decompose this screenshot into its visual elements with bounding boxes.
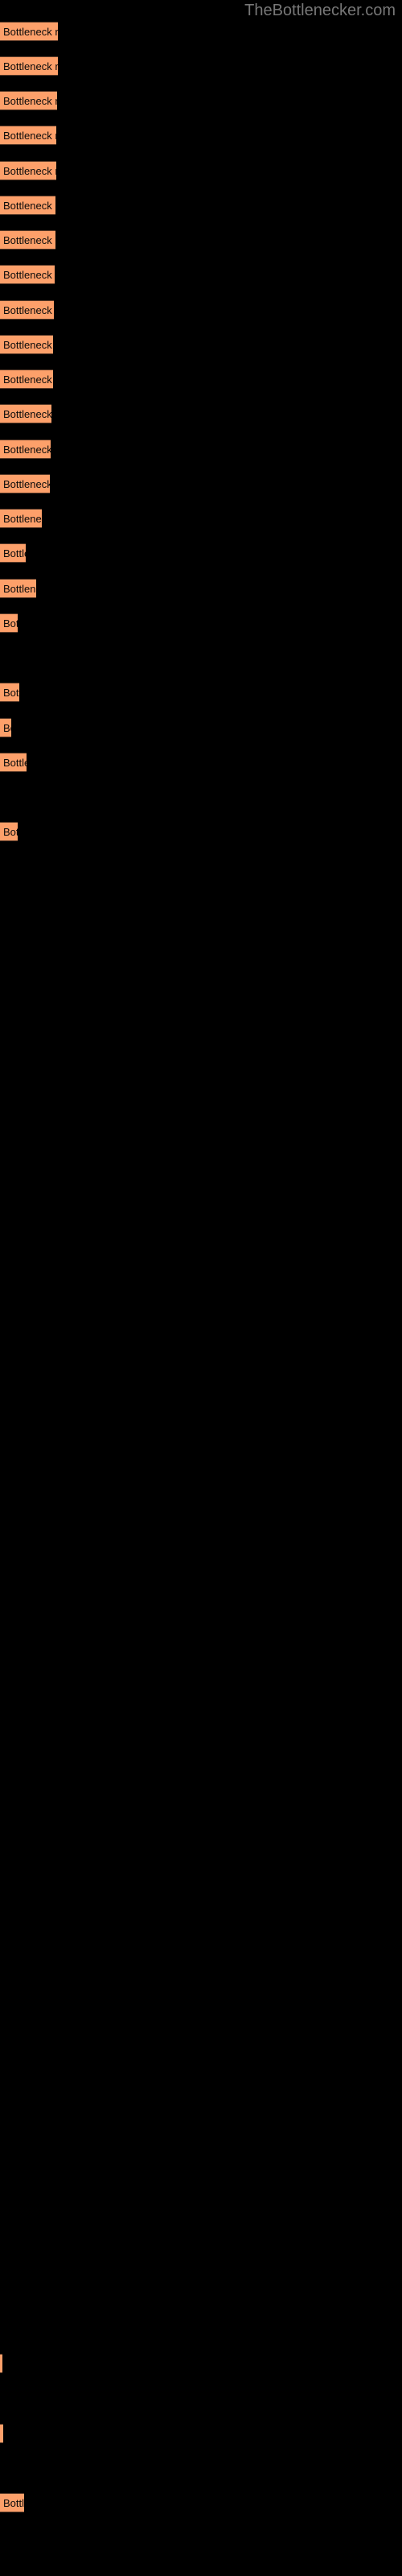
bottleneck-result-bar[interactable]: Bottleneck result — [0, 161, 56, 180]
bar-label: Bottleneck result — [3, 304, 54, 316]
bar-label: Bottleneck result — [3, 2497, 24, 2509]
bottleneck-result-bar[interactable]: Bottleneck result — [0, 369, 53, 389]
bar-label: Bottleneck result — [3, 130, 56, 142]
bar-label: Bottleneck result — [3, 757, 27, 769]
bar-label: Bottleneck result — [3, 617, 18, 630]
bar-label: Bottleneck result — [3, 26, 58, 38]
bar-label: Bottleneck result — [3, 234, 55, 246]
bar-label: Bottleneck result — [3, 444, 51, 456]
bar-label: Bottleneck result — [3, 478, 50, 490]
bar-label: Bottleneck result — [3, 687, 19, 699]
bottleneck-result-bar[interactable]: Bottleneck result — [0, 543, 26, 563]
bottleneck-result-bar[interactable]: Bottleneck result — [0, 2493, 24, 2512]
bottleneck-result-bar[interactable]: Bottleneck result — [0, 91, 57, 110]
bottleneck-result-bar[interactable]: Bottleneck result — [0, 300, 54, 320]
bar-label: Bottleneck result — [3, 339, 53, 351]
plot-area: Bottleneck result Bottleneck result Bottle… — [0, 0, 402, 2576]
bar-label: Bottleneck result — [3, 200, 55, 212]
bar-label: Bottleneck result — [3, 513, 42, 525]
bottleneck-result-bar[interactable]: Bottleneck result — [0, 2424, 3, 2443]
bottleneck-result-bar[interactable]: Bottleneck result — [0, 230, 55, 250]
bottleneck-result-bar[interactable]: Bottleneck result — [0, 440, 51, 459]
bottleneck-result-bar[interactable]: Bottleneck result — [0, 126, 56, 145]
bottleneck-result-bar[interactable]: Bottleneck result — [0, 613, 18, 633]
bottleneck-result-bar[interactable]: Bottleneck result — [0, 2354, 2, 2373]
bar-label: Bottleneck result — [3, 60, 58, 72]
bar-label: Bottleneck result — [3, 95, 57, 107]
bottleneck-result-bar[interactable]: Bottleneck result — [0, 22, 58, 41]
bottleneck-result-bar[interactable]: Bottleneck result — [0, 683, 19, 702]
bottleneck-result-bar[interactable]: Bottleneck result — [0, 474, 50, 493]
bottleneck-result-bar[interactable]: Bottleneck result — [0, 753, 27, 772]
bottleneck-result-bar[interactable]: Bottleneck result — [0, 822, 18, 841]
bar-label: Bottleneck result — [3, 722, 11, 734]
bar-label: Bottleneck result — [3, 374, 53, 386]
bar-label: Bottleneck result — [3, 583, 36, 595]
bar-label: Bottleneck result — [3, 547, 26, 559]
bottleneck-result-bar[interactable]: Bottleneck result — [0, 196, 55, 215]
bar-label: Bottleneck result — [3, 408, 51, 420]
bottleneck-result-bar[interactable]: Bottleneck result — [0, 718, 11, 737]
bottleneck-result-bar[interactable]: Bottleneck result — [0, 56, 58, 76]
bar-label: Bottleneck result — [3, 165, 56, 177]
bottleneck-bar-chart: TheBottlenecker.com Bottleneck resultBot… — [0, 0, 402, 2576]
bar-label: Bottleneck result — [3, 269, 55, 281]
bottleneck-result-bar[interactable]: Bottleneck result — [0, 509, 42, 528]
bottleneck-result-bar[interactable]: Bottleneck result — [0, 404, 51, 423]
bottleneck-result-bar[interactable]: Bottleneck result — [0, 579, 36, 598]
bottleneck-result-bar[interactable]: Bottleneck result — [0, 265, 55, 284]
bottleneck-result-bar[interactable]: Bottleneck result — [0, 335, 53, 354]
bar-label: Bottleneck result — [3, 826, 18, 838]
